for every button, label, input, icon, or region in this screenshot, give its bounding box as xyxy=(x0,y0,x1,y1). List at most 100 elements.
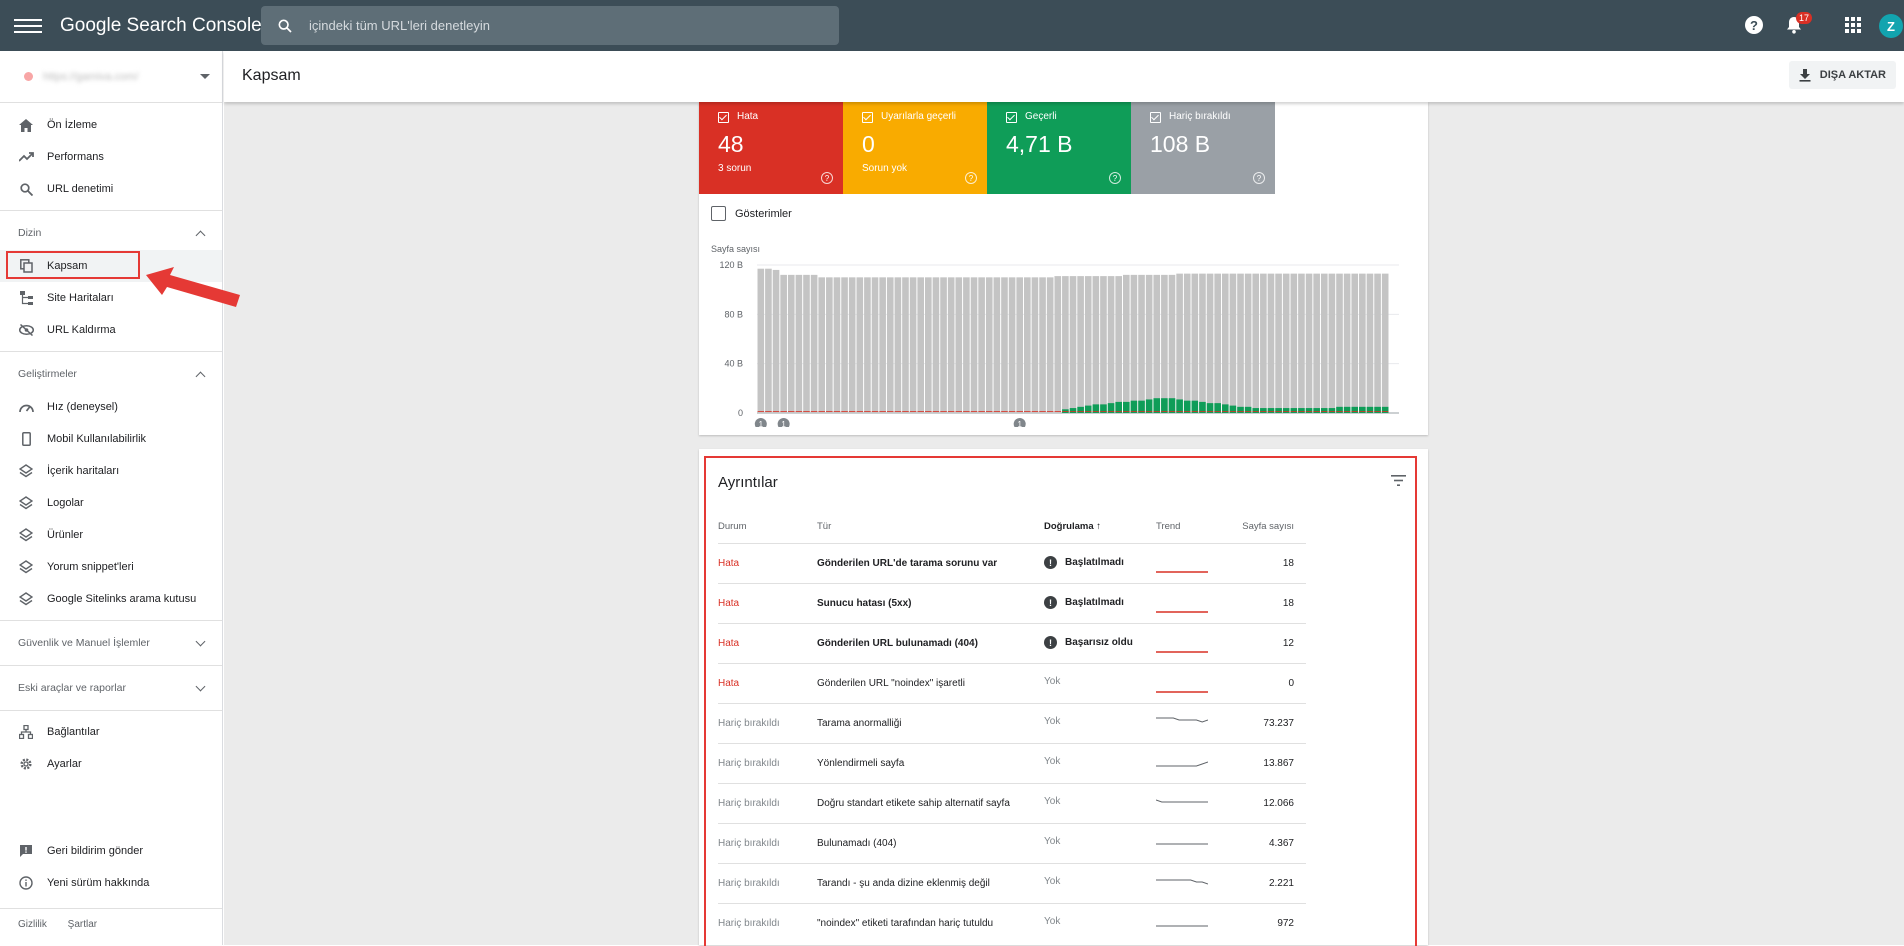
privacy-link[interactable]: Gizlilik xyxy=(18,919,47,930)
bar-hata xyxy=(1016,411,1024,412)
sidebar-item-ayarlar[interactable]: Ayarlar xyxy=(0,748,222,780)
bar-gecerli xyxy=(1282,408,1290,413)
section-dizin[interactable]: Dizin xyxy=(0,221,222,245)
bar-haric xyxy=(1069,276,1077,413)
tile-uyarilarla-gecerli[interactable]: Uyarılarla geçerli 0 Sorun yok ? xyxy=(843,102,987,194)
bar-haric xyxy=(1092,276,1100,413)
bar-haric xyxy=(1046,277,1054,413)
tile-label: Geçerli xyxy=(1025,111,1057,122)
sidebar-item-sitelinks[interactable]: Google Sitelinks arama kutusu xyxy=(0,583,222,615)
sidebar-item-urunler[interactable]: Ürünler xyxy=(0,519,222,551)
bar-hata xyxy=(1115,411,1122,412)
bar-gecerli xyxy=(1374,406,1381,413)
property-selector[interactable]: https://gamiva.com/ xyxy=(0,51,222,103)
help-icon[interactable]: ? xyxy=(1742,13,1766,37)
bar-hata xyxy=(1107,411,1115,412)
bar-hata xyxy=(1039,411,1046,412)
help-icon[interactable]: ? xyxy=(1109,172,1121,184)
trend-line xyxy=(1156,717,1208,723)
sidebar-item-baglantilar[interactable]: Bağlantılar xyxy=(0,716,222,748)
column-header-sayfa-sayisi[interactable]: Sayfa sayısı xyxy=(1242,521,1294,532)
table-row[interactable]: Hata Gönderilen URL bulunamadı (404)! Başa… xyxy=(718,623,1306,663)
bar-haric xyxy=(1351,273,1359,413)
y-tick-label: 120 B xyxy=(719,260,743,270)
trend-sparkline xyxy=(1156,879,1208,885)
section-gelistirmeler[interactable]: Geliştirmeler xyxy=(0,362,222,386)
export-button[interactable]: DIŞA AKTAR xyxy=(1788,61,1896,89)
impressions-toggle[interactable]: Gösterimler xyxy=(711,206,792,221)
validation-label: Yok xyxy=(1044,836,1061,847)
annotation-marker-label: 1 xyxy=(759,420,764,427)
search-input[interactable] xyxy=(309,18,789,33)
trend-line xyxy=(1156,761,1208,767)
row-validation: ! Başlatılmadı xyxy=(1044,556,1124,569)
bar-hata xyxy=(871,411,879,412)
error-icon: ! xyxy=(1044,556,1057,569)
arrow-annotation-icon xyxy=(146,267,240,307)
terms-link[interactable]: Şartlar xyxy=(68,919,97,930)
validation-label: Yok xyxy=(1044,716,1061,727)
sidebar-item-icerik-haritalari[interactable]: İçerik haritaları xyxy=(0,455,222,487)
avatar[interactable]: Z xyxy=(1879,14,1903,38)
trending-up-icon xyxy=(18,149,34,165)
column-header-trend[interactable]: Trend xyxy=(1156,521,1180,532)
column-header-durum[interactable]: Durum xyxy=(718,521,747,532)
bar-haric xyxy=(925,277,932,413)
row-validation: Yok xyxy=(1044,716,1060,727)
table-row[interactable]: Hariç bırakıldı Tarandı - şu anda dizine … xyxy=(718,863,1306,903)
bar-haric xyxy=(985,277,993,413)
app-logo[interactable]: Google Search Console xyxy=(60,15,262,37)
table-row[interactable]: Hata Gönderilen URL'de tarama sorunu var!… xyxy=(718,543,1306,583)
bar-haric xyxy=(1161,274,1168,413)
chevron-up-icon xyxy=(195,230,206,241)
sidebar-item-label: Yorum snippet'leri xyxy=(47,561,134,573)
bar-gecerli xyxy=(1260,408,1267,413)
help-icon[interactable]: ? xyxy=(821,172,833,184)
table-row[interactable]: Hata Sunucu hatası (5xx)! Başlatılmadı 18 xyxy=(718,583,1306,623)
table-row[interactable]: Hariç bırakıldı Bulunamadı (404) Yok 4.367 xyxy=(718,823,1306,863)
bar-haric xyxy=(1260,273,1267,413)
search-bar[interactable] xyxy=(261,6,839,45)
table-row[interactable]: Hariç bırakıldı "noindex" etiketi tarafın… xyxy=(718,903,1306,943)
home-icon xyxy=(18,117,34,133)
sidebar-item-performans[interactable]: Performans xyxy=(0,141,222,173)
sidebar-item-geri-bildirim[interactable]: Geri bildirim gönder xyxy=(0,835,222,867)
tile-gecerli[interactable]: Geçerli 4,71 B ? xyxy=(987,102,1131,194)
column-header-dogrulama[interactable]: Doğrulama ↑ xyxy=(1044,521,1101,532)
help-icon[interactable]: ? xyxy=(1253,172,1265,184)
apps-grid-icon[interactable] xyxy=(1841,13,1865,37)
sidebar-item-mobil[interactable]: Mobil Kullanılabilirlik xyxy=(0,423,222,455)
bar-hata xyxy=(970,411,978,412)
row-validation: Yok xyxy=(1044,916,1060,927)
sidebar-item-logolar[interactable]: Logolar xyxy=(0,487,222,519)
sidebar-item-onizleme[interactable]: Ön İzleme xyxy=(0,109,222,141)
tile-value: 4,71 B xyxy=(1006,131,1073,157)
notifications-icon[interactable]: 17 xyxy=(1782,12,1812,37)
help-icon[interactable]: ? xyxy=(965,172,977,184)
impressions-label: Gösterimler xyxy=(735,207,792,220)
filter-icon[interactable] xyxy=(1391,475,1406,486)
table-row[interactable]: Hata Gönderilen URL "noindex" işaretli Yok… xyxy=(718,663,1306,703)
sidebar-item-url-kaldirma[interactable]: URL Kaldırma xyxy=(0,314,222,346)
tile-haric-birakildi[interactable]: Hariç bırakıldı 108 B ? xyxy=(1131,102,1275,194)
sidebar-item-label: Bağlantılar xyxy=(47,726,100,738)
summary-chart-card: Hata 48 3 sorun ? Uyarılarla geçerli 0 S… xyxy=(699,102,1428,435)
table-row[interactable]: Hariç bırakıldı Yönlendirmeli sayfa Yok 13.… xyxy=(718,743,1306,783)
menu-icon[interactable] xyxy=(14,15,42,37)
sidebar-item-hiz[interactable]: Hız (deneysel) xyxy=(0,391,222,423)
chevron-down-icon xyxy=(195,636,206,647)
bar-hata xyxy=(1046,411,1054,412)
tile-hata[interactable]: Hata 48 3 sorun ? xyxy=(699,102,843,194)
sidebar-item-url-denetimi[interactable]: URL denetimi xyxy=(0,173,222,205)
sidebar-item-yorum-snippetleri[interactable]: Yorum snippet'leri xyxy=(0,551,222,583)
bar-haric xyxy=(1244,273,1252,413)
table-row[interactable]: Hariç bırakıldı Tarama anormalliği Yok 73.2… xyxy=(718,703,1306,743)
bar-hata xyxy=(1054,411,1062,412)
section-eski-araclar[interactable]: Eski araçlar ve raporlar xyxy=(0,676,222,700)
export-label: DIŞA AKTAR xyxy=(1819,69,1886,81)
column-header-tur[interactable]: Tür xyxy=(817,521,831,532)
column-header-label: Doğrulama xyxy=(1044,521,1094,532)
sidebar-item-yeni-surum[interactable]: Yeni sürüm hakkında xyxy=(0,867,222,899)
section-guvenlik[interactable]: Güvenlik ve Manuel İşlemler xyxy=(0,631,222,655)
table-row[interactable]: Hariç bırakıldı Doğru standart etikete sa… xyxy=(718,783,1306,823)
